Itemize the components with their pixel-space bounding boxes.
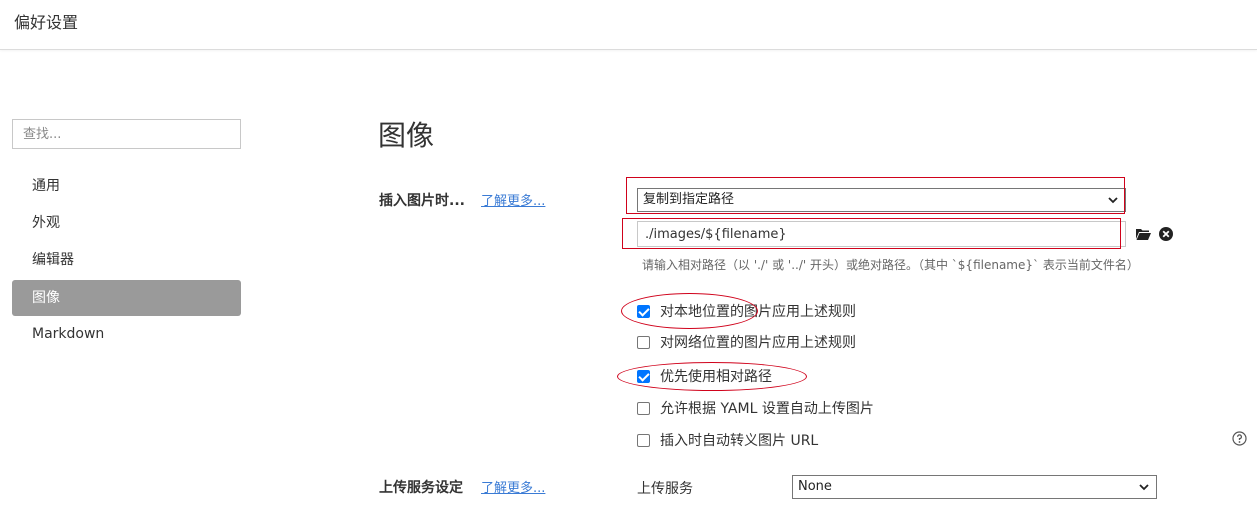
path-hint: 请输入相对路径（以 './' 或 '../' 开头）或绝对路径。（其中 `${f… [642,258,1139,272]
sidebar-item-appearance[interactable]: 外观 [12,205,241,241]
option-label: 优先使用相对路径 [660,369,772,385]
sidebar-item-markdown[interactable]: Markdown [12,316,241,352]
insert-image-label: 插入图片时... [379,193,465,209]
learn-more-link[interactable]: 了解更多... [481,190,545,209]
upload-service-section-label: 上传服务设定 [379,480,463,496]
option-label: 插入时自动转义图片 URL [660,433,819,449]
option-apply-network[interactable]: 对网络位置的图片应用上述规则 [637,332,856,352]
upload-service-value: None [798,479,832,494]
folder-icon[interactable] [1135,226,1151,242]
page-title: 图像 [378,119,435,152]
sidebar-item-label: 外观 [32,215,60,231]
chevron-down-icon [1139,484,1149,491]
sidebar-item-general[interactable]: 通用 [12,168,241,204]
option-label: 对本地位置的图片应用上述规则 [660,304,856,320]
checkbox[interactable] [637,369,650,383]
title-bar: 偏好设置 [0,0,1257,50]
upload-service-label: 上传服务 [637,481,693,497]
sidebar-item-label: 编辑器 [32,252,74,268]
option-prefer-relative[interactable]: 优先使用相对路径 [637,366,772,386]
option-escape-url[interactable]: 插入时自动转义图片 URL [637,430,818,450]
checkbox[interactable] [637,304,650,318]
search-input[interactable] [12,119,241,149]
upload-service-select[interactable]: None [792,475,1157,499]
sidebar-item-label: Markdown [32,326,105,342]
sidebar-item-image[interactable]: 图像 [12,280,241,316]
checkbox[interactable] [637,433,650,447]
sidebar-item-label: 图像 [32,290,60,306]
insert-action-select[interactable]: 复制到指定路径 [637,188,1126,212]
checkbox[interactable] [637,335,650,349]
window-title: 偏好设置 [14,13,79,32]
option-yaml-upload[interactable]: 允许根据 YAML 设置自动上传图片 [637,398,874,418]
option-label: 允许根据 YAML 设置自动上传图片 [660,401,874,417]
checkbox[interactable] [637,401,650,415]
sidebar-item-editor[interactable]: 编辑器 [12,242,241,278]
sidebar-item-label: 通用 [32,178,60,194]
insert-action-value: 复制到指定路径 [643,192,735,207]
chevron-down-icon [1108,197,1118,204]
image-path-input[interactable] [637,221,1126,247]
option-label: 对网络位置的图片应用上述规则 [660,335,856,351]
help-circle-icon[interactable] [1232,431,1247,446]
learn-more-link[interactable]: 了解更多... [481,477,545,496]
option-apply-local[interactable]: 对本地位置的图片应用上述规则 [637,301,856,321]
clear-circle-icon[interactable] [1158,226,1174,242]
